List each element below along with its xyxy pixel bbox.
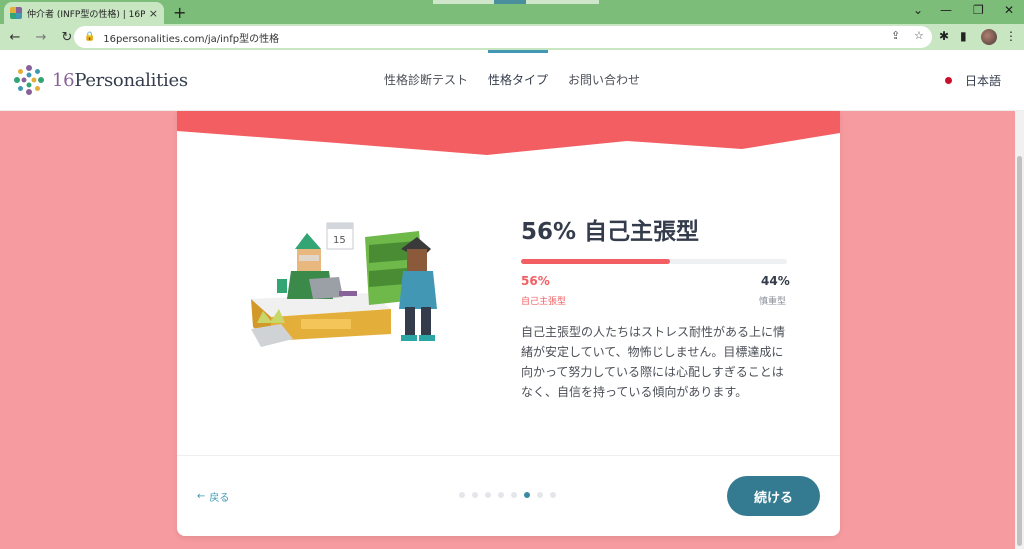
arrow-left-icon: ←: [197, 491, 206, 502]
pagination-dot: [524, 492, 530, 498]
site-logo[interactable]: 16Personalities: [12, 63, 188, 97]
browser-menu-icon[interactable]: ⋮: [1005, 29, 1017, 43]
pagination-dot: [472, 492, 478, 498]
tab-title: 仲介者 (INFP型の性格) | 16Perso: [27, 9, 145, 20]
lock-icon: 🔒: [84, 32, 96, 42]
url-text: 16personalities.com/ja/infp型の性格: [103, 33, 280, 45]
tab-strip-accent: [494, 0, 526, 4]
card-footer-divider: [177, 455, 840, 456]
active-nav-indicator: [488, 50, 548, 53]
pagination-dots: [459, 492, 556, 498]
pagination-dot: [511, 492, 517, 498]
language-label: 日本語: [964, 74, 1001, 88]
tab-search-dropdown-icon[interactable]: ⌄: [913, 3, 923, 17]
back-button[interactable]: ← 戻る: [197, 489, 229, 504]
trait-progress-bar: [521, 259, 787, 264]
pagination-dot: [498, 492, 504, 498]
language-selector[interactable]: 日本語: [944, 72, 1001, 89]
turbulent-percent: 44%: [761, 274, 790, 288]
nav-contact[interactable]: お問い合わせ: [568, 71, 640, 88]
new-tab-button[interactable]: +: [173, 3, 186, 22]
logo-text: 16Personalities: [52, 69, 188, 91]
browser-toolbar: ← → ↻ 🔒 16personalities.com/ja/infp型の性格 …: [0, 24, 1024, 50]
trait-percentage-title: 56% 自己主張型: [521, 219, 700, 245]
site-header: 16Personalities 性格診断テスト 性格タイプ お問い合わせ 日本語: [0, 50, 1024, 111]
side-panel-icon[interactable]: ▮: [960, 29, 967, 43]
profile-avatar[interactable]: [981, 29, 997, 45]
window-close-button[interactable]: ✕: [1004, 3, 1014, 17]
japan-flag-icon: [944, 77, 952, 84]
browser-tab-bar: 仲介者 (INFP型の性格) | 16Perso × + ⌄ — ❐ ✕: [0, 0, 1024, 24]
pagination-dot: [459, 492, 465, 498]
pagination-dot: [537, 492, 543, 498]
site-favicon-icon: [10, 7, 22, 19]
assertive-illustration: 15: [251, 222, 437, 347]
share-icon[interactable]: ⇪: [891, 29, 900, 42]
address-bar[interactable]: 🔒 16personalities.com/ja/infp型の性格 ⇪ ☆: [74, 26, 932, 48]
calendar-day: 15: [333, 235, 346, 246]
assertive-percent: 56%: [521, 274, 550, 288]
pagination-dot: [550, 492, 556, 498]
continue-button[interactable]: 続ける: [727, 476, 820, 516]
browser-tab[interactable]: 仲介者 (INFP型の性格) | 16Perso ×: [4, 2, 164, 24]
main-nav: 性格診断テスト 性格タイプ お問い合わせ: [384, 71, 640, 88]
back-arrow-icon[interactable]: ←: [4, 30, 26, 45]
trait-card: 15 56% 自己主張型 56% 44% 自己主張型 慎重型 自己主張型の人たち…: [177, 111, 840, 536]
assertive-label: 自己主張型: [521, 297, 567, 307]
forward-arrow-icon[interactable]: →: [30, 30, 52, 45]
tab-close-icon[interactable]: ×: [149, 7, 158, 20]
back-label: 戻る: [209, 493, 230, 504]
nav-personality-test[interactable]: 性格診断テスト: [384, 71, 468, 88]
scrollbar-thumb[interactable]: [1017, 156, 1022, 546]
logo-dots-icon: [14, 65, 44, 95]
bookmark-star-icon[interactable]: ☆: [914, 29, 924, 42]
card-header-wave: [177, 111, 840, 155]
pagination-dot: [485, 492, 491, 498]
page-scrollbar[interactable]: [1015, 111, 1024, 549]
extensions-puzzle-icon[interactable]: ✱: [939, 29, 949, 43]
window-restore-button[interactable]: ❐: [973, 3, 984, 17]
trait-progress-fill: [521, 259, 670, 264]
trait-description: 自己主張型の人たちはストレス耐性がある上に情緒が安定していて、物怖じしません。目…: [521, 325, 786, 399]
nav-personality-types[interactable]: 性格タイプ: [488, 71, 548, 88]
window-minimize-button[interactable]: —: [940, 3, 952, 17]
turbulent-label: 慎重型: [759, 297, 787, 307]
